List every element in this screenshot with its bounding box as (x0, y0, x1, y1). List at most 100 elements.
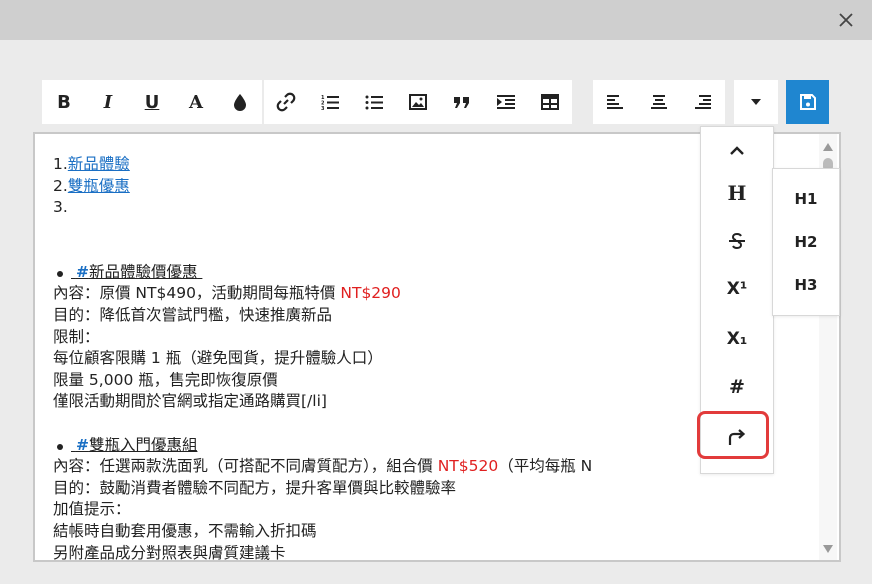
link-new-product[interactable]: 新品體驗 (68, 155, 130, 173)
heading-submenu: H1 H2 H3 (772, 168, 840, 316)
h3-label: H3 (794, 276, 818, 294)
content-line: 限制： (53, 327, 592, 349)
content-line: 內容：原價 NT$490，活動期間每瓶特價 NT$290 (53, 283, 592, 305)
superscript-icon: X¹ (726, 279, 748, 299)
line-text: 另附產品成分對照表與膚質建議卡 (53, 543, 286, 562)
link-double-bottle[interactable]: 雙瓶優惠 (68, 177, 130, 195)
table-button[interactable] (528, 80, 572, 124)
heading-icon: H (727, 181, 747, 205)
line-text: 目的：鼓勵消費者體驗不同配方，提升客單價與比較體驗率 (53, 478, 457, 497)
text-format-group: B I U A (42, 80, 262, 124)
align-left-icon (607, 95, 623, 109)
hashtag-button[interactable]: # (701, 367, 773, 407)
list-number: 3. (53, 198, 68, 217)
heading-h1-option[interactable]: H1 (773, 179, 839, 219)
list-item: 1.新品體驗 (53, 154, 592, 176)
collapse-menu-button[interactable] (701, 131, 773, 171)
heading-h3-option[interactable]: H3 (773, 265, 839, 305)
image-icon (409, 94, 427, 110)
align-right-button[interactable] (681, 80, 725, 124)
content-line: 目的：鼓勵消費者體驗不同配方，提升客單價與比較體驗率 (53, 478, 592, 500)
indent-button[interactable] (484, 80, 528, 124)
align-right-icon (695, 95, 711, 109)
droplet-icon (234, 94, 246, 111)
content-line: 目的：降低首次嘗試門檻，快速推廣新品 (53, 305, 592, 327)
align-left-button[interactable] (593, 80, 637, 124)
line-text: 內容：任選兩款洗面乳（可搭配不同膚質配方），組合價 (53, 457, 438, 476)
heading-h2-option[interactable]: H2 (773, 222, 839, 262)
bullet-list-icon (365, 95, 383, 110)
price-highlight: NT$520 (437, 457, 499, 476)
content-line: 內容：任選兩款洗面乳（可搭配不同膚質配方），組合價 NT$520（平均每瓶 N (53, 456, 592, 478)
highlight-box (697, 411, 769, 459)
line-text-tail: （平均每瓶 N (498, 457, 593, 476)
hash-mark: # (75, 435, 89, 454)
scroll-up-icon[interactable] (822, 142, 834, 152)
ordered-list-icon: 123 (321, 95, 339, 110)
link-icon (276, 92, 296, 112)
line-text: 限制： (53, 327, 100, 346)
section-heading: #新品體驗價優惠 (53, 262, 592, 284)
content-line: 加值提示： (53, 499, 592, 521)
list-number: 2. (53, 176, 68, 195)
content-line: 僅限活動期間於官網或指定通路購買[/li] (53, 391, 592, 413)
background-color-button[interactable] (218, 80, 262, 124)
bullet-dot (57, 270, 63, 277)
close-icon (839, 13, 853, 27)
editor-toolbar: B I U A 123 (0, 80, 872, 126)
indent-icon (497, 95, 515, 109)
section-heading: #雙瓶入門優惠組 (53, 435, 592, 457)
hashtag-label: 新品體驗價優惠 (88, 262, 198, 281)
h1-label: H1 (794, 190, 818, 208)
content-line: 結帳時自動套用優惠，不需輸入折扣碼 (53, 521, 592, 543)
quote-icon (454, 97, 469, 108)
line-text: 僅限活動期間於官網或指定通路購買[/li] (53, 392, 327, 411)
bold-button[interactable]: B (42, 80, 86, 124)
insert-group: 123 (264, 80, 572, 124)
bullet-list-button[interactable] (352, 80, 396, 124)
superscript-button[interactable]: X¹ (701, 269, 773, 309)
chevron-up-icon (730, 146, 744, 155)
bullet-dot (57, 443, 63, 450)
ordered-list-button[interactable]: 123 (308, 80, 352, 124)
price-highlight: NT$290 (340, 284, 401, 303)
italic-button[interactable]: I (86, 80, 130, 124)
list-number: 1. (53, 155, 68, 173)
hashtag: #新品體驗價優惠 (71, 263, 202, 281)
save-button[interactable] (786, 80, 829, 124)
table-icon (541, 94, 559, 110)
link-button[interactable] (264, 80, 308, 124)
strikethrough-icon (729, 232, 745, 250)
bold-icon: B (57, 91, 71, 113)
italic-icon: I (103, 91, 113, 113)
line-text: 目的：降低首次嘗試門檻，快速推廣新品 (53, 305, 333, 324)
heading-button[interactable]: H (701, 173, 773, 213)
content-line: 限量 5,000 瓶，售完即恢復原價 (53, 370, 592, 392)
more-dropdown-button[interactable] (734, 80, 778, 124)
underline-button[interactable]: U (130, 80, 174, 124)
editor-content: 1.新品體驗 2.雙瓶優惠 3. #新品體驗價優惠 內容：原價 NT$490，活… (53, 154, 592, 562)
subscript-icon: X₁ (726, 329, 748, 349)
scroll-down-icon[interactable] (822, 544, 834, 554)
font-color-icon: A (189, 91, 203, 113)
hashtag: #雙瓶入門優惠組 (71, 435, 198, 454)
content-line: 每位顧客限購 1 瓶（避免囤貨，提升體驗人口） (53, 348, 592, 370)
subscript-button[interactable]: X₁ (701, 319, 773, 359)
hash-icon: # (729, 376, 745, 398)
close-button[interactable] (832, 6, 860, 34)
quote-button[interactable] (440, 80, 484, 124)
hash-mark: # (75, 262, 89, 281)
align-center-button[interactable] (637, 80, 681, 124)
line-text: 每位顧客限購 1 瓶（避免囤貨，提升體驗人口） (53, 349, 383, 368)
line-text: 內容：原價 NT$490，活動期間每瓶特價 (53, 284, 341, 303)
list-item: 3. (53, 197, 592, 219)
hashtag-label: 雙瓶入門優惠組 (88, 435, 198, 454)
line-text: 結帳時自動套用優惠，不需輸入折扣碼 (53, 521, 317, 540)
caret-down-icon (751, 99, 761, 105)
font-color-button[interactable]: A (174, 80, 218, 124)
image-button[interactable] (396, 80, 440, 124)
strikethrough-button[interactable] (701, 221, 773, 261)
line-text: 限量 5,000 瓶，售完即恢復原價 (53, 370, 278, 389)
